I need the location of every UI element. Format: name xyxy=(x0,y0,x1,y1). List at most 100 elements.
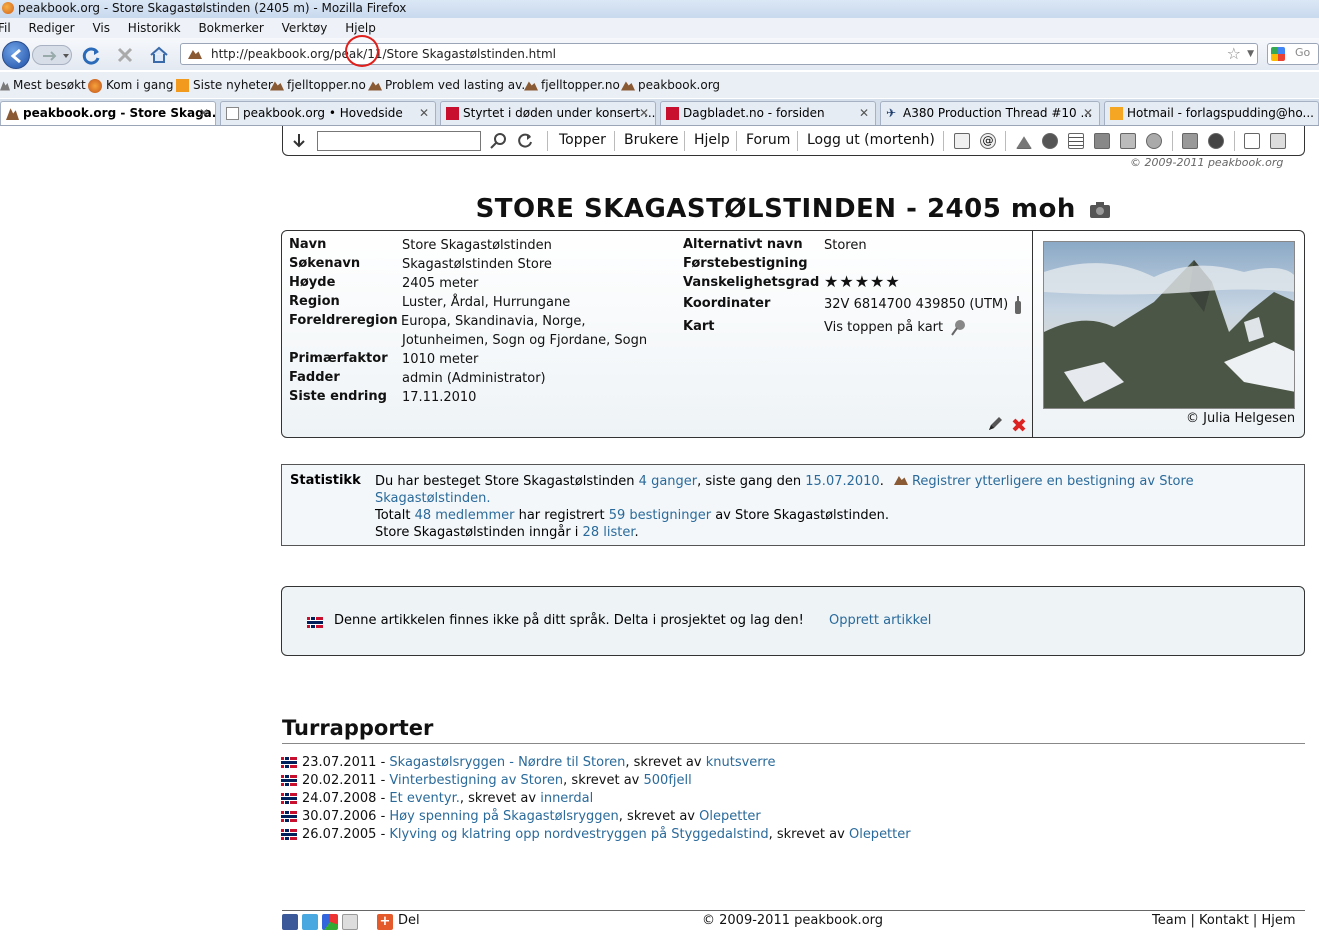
menu-verktoy[interactable]: Verktøy xyxy=(282,21,328,35)
ascent-count-link[interactable]: 4 ganger xyxy=(639,474,697,489)
tab-peakbook-hovedside[interactable]: peakbook.org • Hovedside ✕ xyxy=(220,101,436,125)
at-icon[interactable]: @ xyxy=(980,133,996,149)
label-siste-endring: Siste endring xyxy=(289,389,387,404)
close-tab-icon[interactable]: ✕ xyxy=(419,102,429,124)
tab-peakbook-store[interactable]: peakbook.org - Store Skaga... ✕ xyxy=(0,101,216,125)
mountain-icon[interactable] xyxy=(1016,136,1032,149)
search-icon[interactable] xyxy=(489,132,507,150)
trip-title-link[interactable]: Skagastølsryggen - Nørdre til Storen xyxy=(389,755,625,770)
plus-share-icon[interactable]: + xyxy=(377,914,393,930)
nav-brukere[interactable]: Brukere xyxy=(624,132,679,148)
bookmark-service-icon[interactable] xyxy=(322,914,338,930)
site-favicon xyxy=(188,50,202,59)
footer-kontakt-link[interactable]: Kontakt xyxy=(1199,913,1249,928)
menu-rediger[interactable]: Rediger xyxy=(29,21,75,35)
tab-a380[interactable]: ✈ A380 Production Thread #10 ... ✕ xyxy=(880,101,1100,125)
mail-icon[interactable] xyxy=(1244,133,1260,149)
close-tab-icon[interactable]: ✕ xyxy=(859,102,869,124)
trip-author-link[interactable]: knutsverre xyxy=(706,755,776,770)
footer-team-link[interactable]: Team xyxy=(1152,913,1186,928)
boot-icon[interactable] xyxy=(1094,133,1110,149)
email-share-icon[interactable] xyxy=(342,914,358,930)
header-copyright: © 2009-2011 peakbook.org xyxy=(1130,156,1284,169)
trip-author-link[interactable]: 500fjell xyxy=(644,773,692,788)
trip-date: 20.02.2011 xyxy=(302,773,377,788)
create-article-link[interactable]: Opprett artikkel xyxy=(829,613,931,628)
trip-title-link[interactable]: Et eventyr. xyxy=(389,791,459,806)
share-label[interactable]: Del xyxy=(398,913,420,928)
site-search-input[interactable] xyxy=(317,131,481,151)
trip-author-link[interactable]: Olepetter xyxy=(699,809,761,824)
map-link[interactable]: Vis toppen på kart xyxy=(824,318,943,337)
nav-hjelp[interactable]: Hjelp xyxy=(694,132,730,148)
gps-icon[interactable] xyxy=(1013,296,1023,316)
register-ascent-link-cont[interactable]: Skagastølstinden. xyxy=(375,491,491,506)
address-bar[interactable]: http://peakbook.org/peak/11/Store Skagas… xyxy=(180,43,1258,65)
list-icon[interactable] xyxy=(1068,133,1084,149)
url-dropdown-icon[interactable]: ▼ xyxy=(1247,44,1254,64)
menu-bokmerker[interactable]: Bokmerker xyxy=(198,21,263,35)
menu-vis[interactable]: Vis xyxy=(92,21,110,35)
members-link[interactable]: 48 medlemmer xyxy=(415,508,515,523)
house-icon[interactable] xyxy=(1270,133,1286,149)
peak-photo[interactable] xyxy=(1043,241,1295,409)
nav-logout[interactable]: Logg ut (mortenh) xyxy=(807,132,935,148)
bookmark-mest-besokt[interactable]: Mest besøkt xyxy=(0,72,86,98)
close-tab-icon[interactable]: ✕ xyxy=(639,102,649,124)
norway-flag-icon xyxy=(281,757,297,768)
image-icon[interactable] xyxy=(1120,133,1136,149)
bookmark-kom-i-gang[interactable]: Kom i gang xyxy=(88,72,173,98)
nav-forum[interactable]: Forum xyxy=(746,132,790,148)
ascents-link[interactable]: 59 bestigninger xyxy=(609,508,711,523)
footer-hjem-link[interactable]: Hjem xyxy=(1261,913,1295,928)
trip-report-row: 20.02.2011 - Vinterbestigning av Storen,… xyxy=(281,773,692,788)
nav-topper[interactable]: Topper xyxy=(559,132,606,148)
pushpin-icon[interactable] xyxy=(950,319,966,337)
trip-author-link[interactable]: innerdal xyxy=(540,791,593,806)
speech-bubble-icon[interactable] xyxy=(1146,133,1162,149)
delete-icon[interactable] xyxy=(1011,417,1027,433)
edit-pencil-icon[interactable] xyxy=(986,415,1004,433)
facebook-icon[interactable] xyxy=(282,914,298,930)
bookmark-star-icon[interactable]: ☆ xyxy=(1227,44,1241,64)
back-button[interactable] xyxy=(2,41,30,69)
camera-icon[interactable] xyxy=(1089,201,1111,219)
book-icon[interactable] xyxy=(954,133,970,149)
last-ascent-date-link[interactable]: 15.07.2010 xyxy=(805,474,879,489)
written-by-label: skrevet av xyxy=(633,755,702,770)
twitter-icon[interactable] xyxy=(302,914,318,930)
menu-fil[interactable]: Fil xyxy=(0,21,11,35)
divider xyxy=(282,743,1305,744)
close-tab-icon[interactable]: ✕ xyxy=(1083,102,1093,124)
search-bar[interactable]: Go xyxy=(1267,43,1319,65)
close-tab-icon[interactable]: ✕ xyxy=(199,102,209,124)
menu-hjelp[interactable]: Hjelp xyxy=(345,21,376,35)
bookmark-fjelltopper[interactable]: fjelltopper.no xyxy=(270,72,366,98)
bookmark-fjelltopper-2[interactable]: fjelltopper.no xyxy=(524,72,620,98)
world-icon[interactable] xyxy=(1208,133,1224,149)
bookmark-siste-nyheter[interactable]: Siste nyheter xyxy=(176,72,273,98)
tab-dagbladet[interactable]: Dagbladet.no - forsiden ✕ xyxy=(660,101,876,125)
download-arrow-icon[interactable] xyxy=(291,132,307,150)
trip-title-link[interactable]: Klyving og klatring opp nordvestryggen p… xyxy=(389,827,768,842)
value-siste-endring: 17.11.2010 xyxy=(402,390,477,405)
reload-icon[interactable] xyxy=(82,46,102,66)
trip-title-link[interactable]: Vinterbestigning av Storen xyxy=(389,773,563,788)
trip-title-link[interactable]: Høy spenning på Skagastølsryggen xyxy=(389,809,618,824)
tab-styrtet[interactable]: Styrtet i døden under konsert ... ✕ xyxy=(440,101,656,125)
register-ascent-link[interactable]: Registrer ytterligere en bestigning av S… xyxy=(912,474,1194,489)
trip-author-link[interactable]: Olepetter xyxy=(849,827,911,842)
lists-link[interactable]: 28 lister xyxy=(583,525,635,540)
forward-button[interactable] xyxy=(32,45,72,65)
stop-icon[interactable] xyxy=(116,46,134,64)
bookmark-peakbook[interactable]: peakbook.org xyxy=(621,72,720,98)
bookmark-problem[interactable]: Problem ved lasting av... xyxy=(368,72,533,98)
tab-hotmail[interactable]: Hotmail - forlagspudding@ho... xyxy=(1104,101,1319,125)
value-primaerfaktor: 1010 meter xyxy=(402,352,479,367)
pin-icon[interactable] xyxy=(1182,133,1198,149)
globe-icon[interactable] xyxy=(1042,133,1058,149)
home-icon[interactable] xyxy=(149,45,169,65)
label-forstebestigning: Førstebestigning xyxy=(683,256,808,271)
menu-historikk[interactable]: Historikk xyxy=(128,21,181,35)
refresh-icon[interactable] xyxy=(516,132,534,150)
